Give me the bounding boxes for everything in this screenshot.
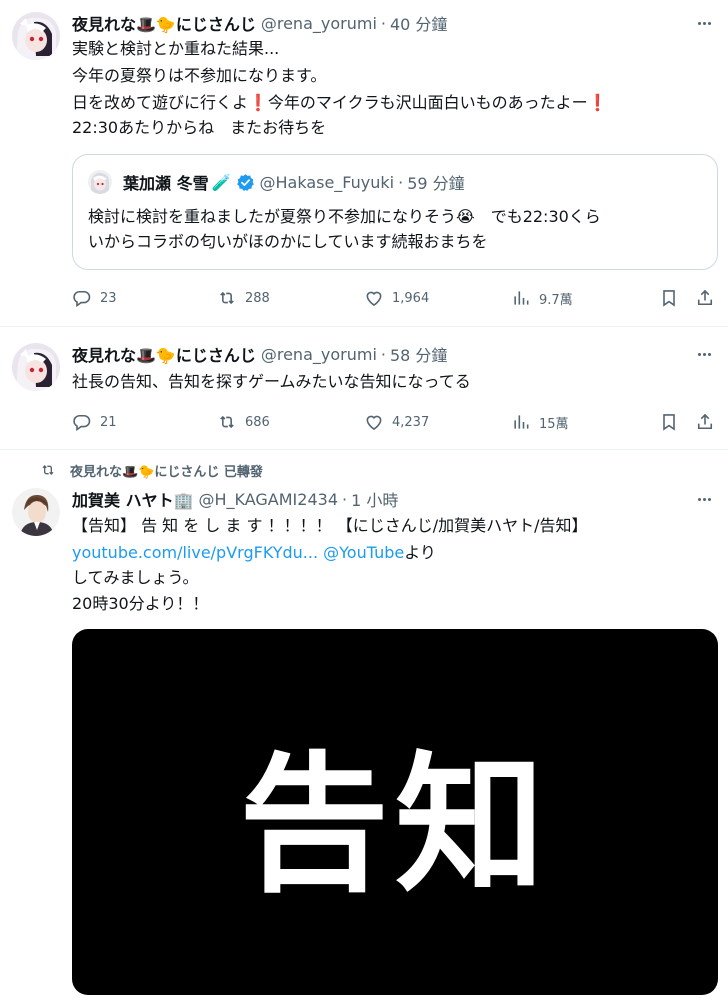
tweet-divider xyxy=(0,449,728,450)
quote-handle[interactable]: @Hakase_Fuyuki xyxy=(260,173,395,192)
quoted-tweet[interactable]: 葉加瀬 冬雪 🧪 @Hakase_Fuyuki · 59 分鐘 検討に検討を重ね… xyxy=(72,154,718,270)
like-count: 1,964 xyxy=(392,290,430,306)
user-handle[interactable]: @H_KAGAMI2434 xyxy=(199,490,339,509)
quote-header: 葉加瀬 冬雪 🧪 @Hakase_Fuyuki · 59 分鐘 xyxy=(123,170,465,194)
view-count: 9.7萬 xyxy=(539,292,573,308)
tweet[interactable]: 夜見れな🎩🐤にじさんじ @rena_yorumi · 58 分鐘 社長の告知、告… xyxy=(0,327,728,449)
views-icon xyxy=(514,415,529,429)
avatar-image xyxy=(12,488,60,536)
retweet-icon xyxy=(220,415,234,429)
separator-dot: · xyxy=(380,13,386,33)
separator-dot: · xyxy=(342,489,348,509)
views-button[interactable]: 9.7萬 xyxy=(511,286,573,310)
retweeted-by-label: 夜見れな🎩🐤にじさんじ 已轉發 xyxy=(70,464,263,480)
quote-display-name[interactable]: 葉加瀬 冬雪 xyxy=(123,170,209,194)
avatar-image xyxy=(12,12,60,60)
quote-timestamp[interactable]: 59 分鐘 xyxy=(407,170,464,194)
timestamp[interactable]: 40 分鐘 xyxy=(390,11,447,35)
reply-icon xyxy=(73,290,91,308)
views-button[interactable]: 15萬 xyxy=(511,410,569,434)
tweet-text-line: 今年の夏祭りは不参加になります。 xyxy=(72,66,327,85)
timestamp[interactable]: 1 小時 xyxy=(351,487,398,511)
quote-name-emoji: 🧪 xyxy=(211,172,232,192)
media-caption: 告知 xyxy=(238,738,551,913)
reply-count: 23 xyxy=(100,290,117,306)
link-suffix: より xyxy=(404,543,436,562)
display-name[interactable]: 夜見れな🎩🐤にじさんじ xyxy=(72,11,256,35)
tweet-text-line: してみましょう。 xyxy=(72,568,199,587)
retweet-indicator[interactable]: 夜見れな🎩🐤にじさんじ 已轉發 xyxy=(40,460,263,480)
reply-button[interactable]: 21 xyxy=(72,410,117,434)
share-button[interactable] xyxy=(695,286,715,310)
quote-avatar-image xyxy=(88,170,112,194)
tweet[interactable]: 夜見れな🎩🐤にじさんじ @rena_yorumi · 40 分鐘 実験と検討とか… xyxy=(0,0,728,326)
quote-avatar[interactable] xyxy=(88,170,112,194)
like-count: 4,237 xyxy=(392,414,430,430)
heart-icon xyxy=(366,291,382,307)
view-count: 15萬 xyxy=(539,416,569,432)
quote-text-line: 検討に検討を重ねましたが夏祭り不参加になりそう😭 でも22:30くら xyxy=(88,207,601,226)
share-icon xyxy=(697,413,713,430)
reply-count: 21 xyxy=(100,414,117,430)
display-name[interactable]: 夜見れな🎩🐤にじさんじ xyxy=(72,342,256,366)
views-icon xyxy=(514,291,529,305)
tweet-text-line: 22:30あたりからね またお待ちを xyxy=(72,118,327,137)
separator-dot: · xyxy=(380,344,386,364)
tweet-text-line: 実験と検討とか重ねた結果... xyxy=(72,39,280,58)
tweet-header: 夜見れな🎩🐤にじさんじ @rena_yorumi · 40 分鐘 xyxy=(72,11,447,35)
heart-icon xyxy=(366,415,382,431)
tweet-text-line: youtube.com/live/pVrgFKYdu... @YouTubeより xyxy=(72,541,436,564)
more-icon[interactable] xyxy=(692,344,716,364)
tweet-text-line: 【告知】 告 知 を し ま す ！！！！ 【にじさんじ/加賀美ハヤト/告知】 xyxy=(72,516,588,535)
bookmark-icon xyxy=(663,290,675,307)
more-icon[interactable] xyxy=(692,13,716,33)
tweet-text-line: 社長の告知、告知を探すゲームみたいな告知になってる xyxy=(72,372,471,391)
display-name[interactable]: 加賀美 ハヤト🏢 xyxy=(72,487,194,511)
retweet-button[interactable]: 288 xyxy=(217,286,270,310)
quote-text-line: いからコラボの匂いがほのかにしています続報おまちを xyxy=(88,232,488,251)
retweet-count: 686 xyxy=(245,414,270,430)
retweet-button[interactable]: 686 xyxy=(217,410,270,434)
like-button[interactable]: 1,964 xyxy=(364,286,429,310)
verified-icon xyxy=(236,173,254,191)
tweet-text-line: 日を改めて遊びに行くよ❗今年のマイクラも沢山面白いものあったよー❗ xyxy=(72,93,608,112)
avatar-image xyxy=(12,343,60,391)
timestamp[interactable]: 58 分鐘 xyxy=(390,342,447,366)
reply-button[interactable]: 23 xyxy=(72,286,117,310)
avatar[interactable] xyxy=(12,488,60,536)
avatar[interactable] xyxy=(12,343,60,391)
tweet-header: 加賀美 ハヤト🏢 @H_KAGAMI2434 · 1 小時 xyxy=(72,487,398,511)
bookmark-button[interactable] xyxy=(659,286,679,310)
user-handle[interactable]: @rena_yorumi xyxy=(261,345,377,364)
separator-dot: · xyxy=(398,172,404,192)
reply-icon xyxy=(73,414,91,432)
like-button[interactable]: 4,237 xyxy=(364,410,429,434)
tweet-text-line: 20時30分より！！ xyxy=(72,594,209,613)
user-handle[interactable]: @rena_yorumi xyxy=(261,14,377,33)
action-bar: 21 686 4,237 15萬 xyxy=(72,410,718,434)
retweet-count: 288 xyxy=(245,290,270,306)
more-icon[interactable] xyxy=(692,489,716,509)
youtube-mention[interactable]: @YouTube xyxy=(323,543,404,562)
retweet-icon xyxy=(220,291,234,305)
youtube-link[interactable]: youtube.com/live/pVrgFKYdu... xyxy=(72,543,318,562)
avatar[interactable] xyxy=(12,12,60,60)
action-bar: 23 288 1,964 9.7萬 xyxy=(72,286,718,310)
tweet-header: 夜見れな🎩🐤にじさんじ @rena_yorumi · 58 分鐘 xyxy=(72,342,447,366)
share-button[interactable] xyxy=(695,410,715,434)
tweet-media-image[interactable]: 告知 xyxy=(72,629,718,995)
retweet-icon xyxy=(42,465,54,475)
share-icon xyxy=(697,289,713,306)
bookmark-button[interactable] xyxy=(659,410,679,434)
bookmark-icon xyxy=(663,414,675,431)
